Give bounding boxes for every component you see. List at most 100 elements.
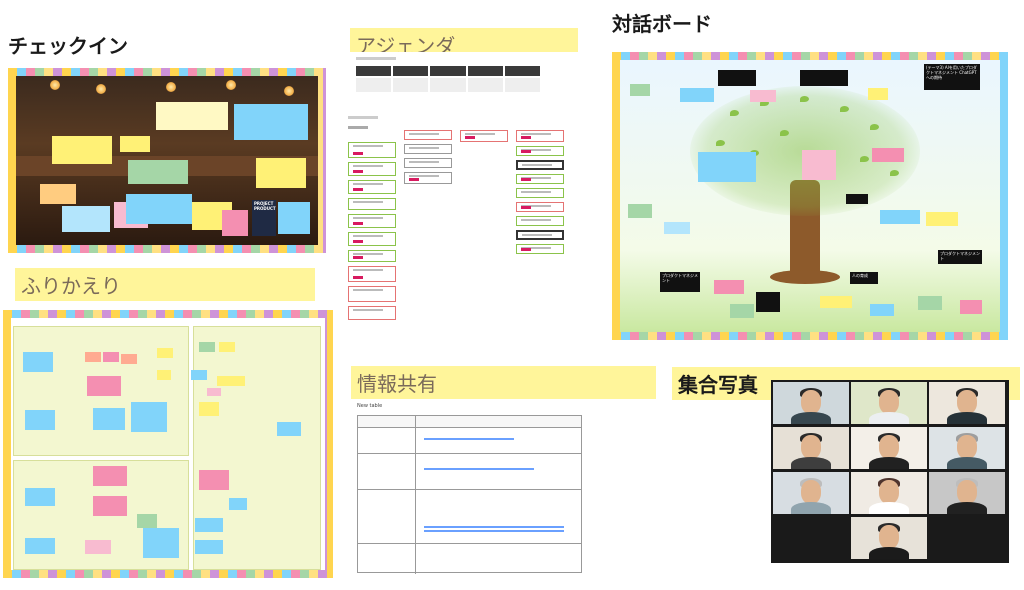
participant-tile[interactable]: [773, 427, 849, 469]
theme-note[interactable]: [756, 292, 780, 312]
sticky-note[interactable]: [628, 204, 652, 218]
sticky-note[interactable]: [126, 194, 192, 224]
kanban-card[interactable]: [516, 216, 564, 226]
people-growth-note[interactable]: 人の育成: [850, 272, 878, 284]
blue-note[interactable]: [880, 210, 920, 224]
sticky-note[interactable]: [93, 496, 127, 516]
kanban-card[interactable]: [516, 146, 564, 156]
dialog-board-canvas[interactable]: (テーマ3) AIを用いたプロダクトマネジメント ChatGPTへの期待 人の育…: [620, 60, 1000, 332]
sticky-note[interactable]: [62, 206, 110, 232]
kanban-card[interactable]: [404, 172, 452, 184]
product-management-note[interactable]: プロダクトマネジメント: [938, 250, 982, 264]
sticky-note[interactable]: [121, 354, 137, 364]
sticky-note[interactable]: [93, 408, 125, 430]
sticky-note[interactable]: [277, 422, 301, 436]
reflection-board[interactable]: [11, 318, 325, 570]
sticky-note[interactable]: [85, 352, 101, 362]
sticky-note[interactable]: [714, 280, 744, 294]
participant-tile[interactable]: [773, 472, 849, 514]
sticky-note[interactable]: [960, 300, 982, 314]
sticky-note[interactable]: [23, 352, 53, 372]
sticky-note[interactable]: [219, 342, 235, 352]
sticky-note[interactable]: [93, 466, 127, 486]
kanban-card[interactable]: [348, 250, 396, 262]
info-share-table[interactable]: [357, 415, 582, 574]
sticky-note[interactable]: [234, 104, 308, 140]
blue-note[interactable]: [698, 152, 756, 182]
sticky-note[interactable]: [802, 150, 836, 180]
sticky-note[interactable]: [195, 518, 223, 532]
kanban-card[interactable]: [404, 130, 452, 140]
kanban-card[interactable]: [404, 158, 452, 168]
checkin-bar-scene[interactable]: PROJECT PRODUCT: [16, 76, 318, 245]
kanban-card[interactable]: [404, 144, 452, 154]
sticky-note[interactable]: [195, 540, 223, 554]
sticky-note[interactable]: [664, 222, 690, 234]
sticky-note[interactable]: [750, 90, 776, 102]
sticky-note[interactable]: [143, 528, 179, 558]
kanban-card[interactable]: [348, 180, 396, 194]
sticky-note[interactable]: [926, 212, 958, 226]
sticky-note[interactable]: [40, 184, 76, 204]
sticky-note[interactable]: [191, 370, 207, 380]
agenda-table[interactable]: [356, 66, 541, 92]
kanban-card[interactable]: [516, 174, 564, 184]
participant-tile[interactable]: [929, 472, 1005, 514]
product-management-note-2[interactable]: プロダクトマネジメント: [660, 272, 700, 292]
theme-note-3[interactable]: (テーマ3) AIを用いたプロダクトマネジメント ChatGPTへの期待: [924, 64, 980, 90]
sticky-note[interactable]: [85, 540, 111, 554]
sticky-note[interactable]: [229, 498, 247, 510]
kanban-card[interactable]: [348, 306, 396, 320]
sticky-note[interactable]: [87, 376, 121, 396]
kanban-card[interactable]: [516, 230, 564, 240]
info-table-row[interactable]: [358, 428, 581, 454]
kanban-card[interactable]: [516, 202, 564, 212]
sticky-note[interactable]: [157, 348, 173, 358]
sticky-note[interactable]: [137, 514, 157, 528]
kanban-card[interactable]: [348, 286, 396, 302]
info-table-row[interactable]: [358, 454, 581, 490]
sticky-note[interactable]: [156, 102, 228, 130]
kanban-card[interactable]: [348, 198, 396, 210]
sticky-note[interactable]: [157, 370, 171, 380]
sticky-note[interactable]: [131, 402, 167, 432]
sticky-note[interactable]: [730, 304, 754, 318]
sticky-note[interactable]: [872, 148, 904, 162]
sticky-note[interactable]: [256, 158, 306, 188]
kanban-card[interactable]: [348, 266, 396, 282]
theme-note[interactable]: [846, 194, 868, 204]
theme-note[interactable]: [800, 70, 848, 86]
sticky-note[interactable]: [128, 160, 188, 184]
sticky-note[interactable]: [870, 304, 894, 316]
sticky-note[interactable]: [199, 470, 229, 490]
sticky-note[interactable]: [199, 342, 215, 352]
kanban-card[interactable]: [516, 160, 564, 170]
participant-tile[interactable]: [773, 382, 849, 424]
kanban-card[interactable]: [348, 142, 396, 158]
kanban-card[interactable]: [516, 188, 564, 198]
sticky-note[interactable]: [630, 84, 650, 96]
kanban-card[interactable]: [348, 162, 396, 176]
kanban-card[interactable]: [516, 130, 564, 142]
sticky-note[interactable]: [25, 488, 55, 506]
participant-tile[interactable]: [851, 427, 927, 469]
info-table-row[interactable]: [358, 544, 581, 574]
kanban-card[interactable]: [516, 244, 564, 254]
sticky-note[interactable]: [103, 352, 119, 362]
sticky-note[interactable]: [222, 210, 248, 236]
participant-tile[interactable]: [851, 517, 927, 559]
participant-tile[interactable]: [929, 382, 1005, 424]
kanban-card[interactable]: [348, 214, 396, 228]
sticky-note[interactable]: [52, 136, 112, 164]
kanban-card[interactable]: [460, 130, 508, 142]
sticky-note[interactable]: [918, 296, 942, 310]
blue-note[interactable]: [680, 88, 714, 102]
sticky-note[interactable]: [868, 88, 888, 100]
sticky-note[interactable]: [25, 410, 55, 430]
video-call-grid[interactable]: [771, 380, 1009, 563]
sticky-note[interactable]: [207, 388, 221, 396]
sticky-note[interactable]: [199, 402, 219, 416]
sticky-note[interactable]: [217, 376, 245, 386]
participant-tile[interactable]: [851, 382, 927, 424]
participant-tile[interactable]: [851, 472, 927, 514]
